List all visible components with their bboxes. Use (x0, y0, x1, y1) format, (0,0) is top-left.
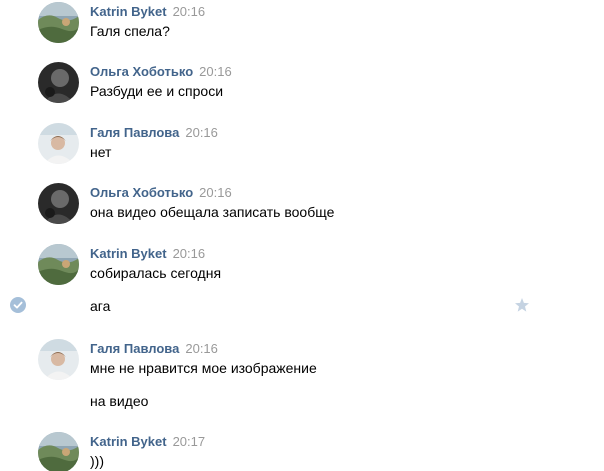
message-text: собиралась сегодня (90, 265, 222, 281)
message-text: на видео (90, 393, 149, 409)
star-icon[interactable] (514, 297, 530, 313)
author-name[interactable]: Katrin Byket (90, 4, 167, 19)
message-text: ага (90, 298, 111, 314)
avatar[interactable] (38, 62, 79, 103)
message-header: Галя Павлова 20:16 (90, 340, 218, 357)
message-header: Ольга Хоботько 20:16 (90, 63, 232, 80)
author-name[interactable]: Ольга Хоботько (90, 64, 193, 79)
timestamp[interactable]: 20:16 (185, 125, 218, 140)
timestamp[interactable]: 20:16 (173, 246, 206, 261)
author-name[interactable]: Katrin Byket (90, 246, 167, 261)
message-text: Галя спела? (90, 23, 170, 39)
timestamp[interactable]: 20:16 (199, 64, 232, 79)
avatar[interactable] (38, 183, 79, 224)
message-text: нет (90, 144, 112, 160)
message-text: мне не нравится мое изображение (90, 360, 317, 376)
timestamp[interactable]: 20:16 (185, 341, 218, 356)
message-text: ))) (90, 453, 104, 469)
message-header: Katrin Byket 20:16 (90, 245, 205, 262)
avatar[interactable] (38, 432, 79, 471)
timestamp[interactable]: 20:17 (173, 434, 206, 449)
author-name[interactable]: Галя Павлова (90, 341, 179, 356)
avatar[interactable] (38, 244, 79, 285)
message-header: Галя Павлова 20:16 (90, 124, 218, 141)
message-header: Ольга Хоботько 20:16 (90, 184, 232, 201)
timestamp[interactable]: 20:16 (199, 185, 232, 200)
avatar[interactable] (38, 123, 79, 164)
avatar[interactable] (38, 2, 79, 43)
message-header: Katrin Byket 20:16 (90, 3, 205, 20)
check-circle-icon[interactable] (10, 297, 26, 313)
avatar[interactable] (38, 339, 79, 380)
message-header: Katrin Byket 20:17 (90, 433, 205, 450)
timestamp[interactable]: 20:16 (173, 4, 206, 19)
author-name[interactable]: Ольга Хоботько (90, 185, 193, 200)
message-text: она видео обещала записать вообще (90, 204, 335, 220)
author-name[interactable]: Галя Павлова (90, 125, 179, 140)
author-name[interactable]: Katrin Byket (90, 434, 167, 449)
chat-history: Katrin Byket 20:16 Галя спела? Ольга Хобо… (0, 0, 604, 471)
message-text: Разбуди ее и спроси (90, 83, 224, 99)
